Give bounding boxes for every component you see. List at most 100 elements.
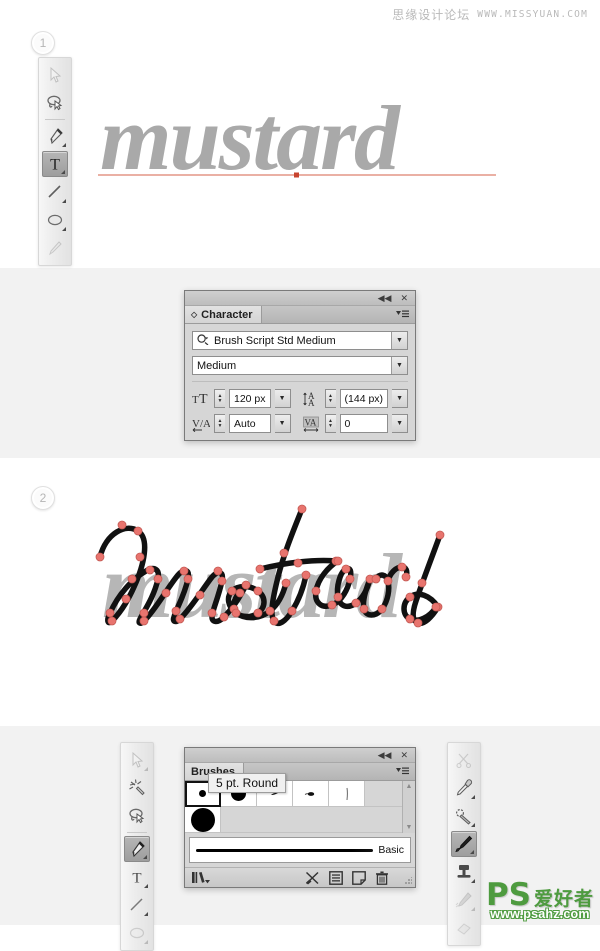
tool-eraser-tool[interactable] xyxy=(451,915,477,941)
brush-dot-icon xyxy=(199,790,206,797)
kerning-dropdown-icon[interactable]: ▼ xyxy=(274,414,291,433)
tool-lasso-tool[interactable] xyxy=(42,90,68,116)
leading-input[interactable]: (144 px) xyxy=(339,389,389,408)
tool-type-tool[interactable]: T xyxy=(42,151,68,177)
font-size-stepper[interactable]: ▲ ▼ xyxy=(214,389,225,408)
scroll-up-icon[interactable]: ▲ xyxy=(406,783,413,790)
character-panel-tabrow: ◇ Character xyxy=(185,306,415,324)
brush-swatch-xlarge-round[interactable] xyxy=(185,807,221,833)
font-size-field[interactable]: T T ▲ ▼ 120 px ▼ xyxy=(192,389,291,408)
character-panel-topbar: ◀◀ ✕ xyxy=(185,291,415,306)
font-style-combo[interactable]: Medium ▼ xyxy=(192,356,408,375)
watermark: 思缘设计论坛 WWW.MISSYUAN.COM xyxy=(392,6,588,23)
tool-blend-tool[interactable] xyxy=(451,803,477,829)
tool-scissors-tool[interactable] xyxy=(451,747,477,773)
panel-menu-icon[interactable] xyxy=(390,306,415,323)
artwork-step2: mustard xyxy=(88,495,513,660)
type-origin-marker xyxy=(294,172,299,178)
trash-icon xyxy=(375,871,388,885)
delete-brush-button[interactable] xyxy=(375,871,389,885)
remove-brush-stroke-button[interactable] xyxy=(305,871,320,885)
brush-swatch-thin-stroke[interactable] xyxy=(329,781,365,807)
brush-options-icon xyxy=(328,870,343,885)
tool-lasso-tool[interactable] xyxy=(124,803,150,829)
collapse-icon[interactable]: ◀◀ xyxy=(378,293,392,303)
brushes-row-2 xyxy=(185,807,402,833)
brushes-scrollbar[interactable]: ▲ ▼ xyxy=(402,781,415,833)
artwork-step1-word: mustard xyxy=(100,87,402,189)
character-metrics-left: T T ▲ ▼ 120 px ▼ V/A ▲ ▼ Auto ▼ xyxy=(192,389,291,433)
tool-flyout-indicator xyxy=(62,227,66,231)
brush-dot-icon xyxy=(190,807,215,832)
new-brush-button[interactable] xyxy=(351,870,366,885)
brushes-panel[interactable]: ◀◀ ✕ Brushes ▲ ▼ Basic xyxy=(184,747,416,888)
tool-flyout-indicator xyxy=(144,940,148,944)
brush-libraries-menu[interactable] xyxy=(191,871,211,884)
toolbar-bottom-left[interactable]: T xyxy=(120,742,154,951)
leading-stepper[interactable]: ▲ ▼ xyxy=(324,389,336,408)
tool-line-segment-tool[interactable] xyxy=(42,179,68,205)
scroll-down-icon[interactable]: ▼ xyxy=(406,824,413,831)
svg-text:T: T xyxy=(192,394,199,406)
tracking-field[interactable]: VA ▲ ▼ 0 ▼ xyxy=(302,414,409,433)
tool-eyedropper-tool[interactable] xyxy=(451,775,477,801)
font-family-row: Brush Script Std Medium ▼ xyxy=(192,331,408,350)
tool-pen-tool[interactable] xyxy=(42,123,68,149)
font-family-combo[interactable]: Brush Script Std Medium ▼ xyxy=(192,331,408,350)
character-panel-body: Brush Script Std Medium ▼ Medium ▼ T T ▲… xyxy=(185,324,415,440)
step-badge-1: 1 xyxy=(31,31,55,55)
tracking-input[interactable]: 0 xyxy=(339,414,389,433)
font-size-dropdown-icon[interactable]: ▼ xyxy=(274,389,291,408)
character-metrics-right: A A ▲ ▼ (144 px) ▼ VA ▲ ▼ 0 ▼ xyxy=(302,389,409,433)
font-family-value: Brush Script Std Medium xyxy=(214,334,336,347)
watermark-url: WWW.MISSYUAN.COM xyxy=(477,9,588,20)
collapse-icon[interactable]: ◀◀ xyxy=(378,750,392,760)
tool-paintbrush-tool[interactable] xyxy=(451,831,477,857)
font-family-dropdown-icon[interactable]: ▼ xyxy=(391,332,407,349)
tutorial-screenshot: 思缘设计论坛 WWW.MISSYUAN.COM 1 T mustard ◀◀ ✕… xyxy=(0,0,600,951)
tracking-stepper[interactable]: ▲ ▼ xyxy=(324,414,336,433)
font-family-value-wrap[interactable]: Brush Script Std Medium xyxy=(193,332,391,349)
panel-resize-grip[interactable] xyxy=(404,877,412,885)
search-icon xyxy=(197,333,210,348)
tracking-icon: VA xyxy=(302,415,321,433)
kerning-field[interactable]: V/A ▲ ▼ Auto ▼ xyxy=(192,414,291,433)
tool-ellipse-tool[interactable] xyxy=(124,920,150,946)
tool-magic-wand-tool[interactable] xyxy=(124,775,150,801)
tool-symbol-sprayer-tool[interactable] xyxy=(451,859,477,885)
tool-direct-selection-tool[interactable] xyxy=(124,747,150,773)
tool-line-segment-tool[interactable] xyxy=(124,892,150,918)
svg-text:T: T xyxy=(50,157,60,174)
brush-stroke-preview[interactable]: Basic xyxy=(189,837,411,863)
leading-field[interactable]: A A ▲ ▼ (144 px) ▼ xyxy=(302,389,409,408)
tracking-dropdown-icon[interactable]: ▼ xyxy=(392,414,409,433)
brush-options-button[interactable] xyxy=(328,870,343,885)
tab-character[interactable]: ◇ Character xyxy=(185,306,262,323)
tool-type-tool[interactable]: T xyxy=(124,864,150,890)
leading-dropdown-icon[interactable]: ▼ xyxy=(392,389,409,408)
kerning-stepper[interactable]: ▲ ▼ xyxy=(214,414,225,433)
tool-blob-brush-tool[interactable] xyxy=(451,887,477,913)
kerning-input[interactable]: Auto xyxy=(229,414,271,433)
brush-swatch-oval-mark[interactable] xyxy=(293,781,329,807)
character-metrics-grid: T T ▲ ▼ 120 px ▼ V/A ▲ ▼ Auto ▼ A A ▲ ▼ … xyxy=(192,389,409,433)
tool-pen-tool[interactable] xyxy=(124,836,150,862)
new-brush-icon xyxy=(351,870,366,885)
panel-menu-icon[interactable] xyxy=(390,763,415,780)
brush-stroke-icon xyxy=(346,787,348,800)
character-panel-divider xyxy=(192,381,408,382)
font-style-value-wrap[interactable]: Medium xyxy=(193,357,391,374)
toolbar-top[interactable]: T xyxy=(38,57,72,266)
font-style-dropdown-icon[interactable]: ▼ xyxy=(391,357,407,374)
brushes-panel-body: ▲ ▼ Basic xyxy=(185,781,415,887)
kerning-icon: V/A xyxy=(192,415,210,433)
toolbar-bottom-right[interactable] xyxy=(447,742,481,946)
close-icon[interactable]: ✕ xyxy=(400,293,408,303)
font-size-input[interactable]: 120 px xyxy=(229,389,271,408)
close-icon[interactable]: ✕ xyxy=(400,750,408,760)
tool-ellipse-tool[interactable] xyxy=(42,207,68,233)
tool-direct-selection-tool[interactable] xyxy=(42,62,68,88)
tool-flyout-indicator xyxy=(143,855,147,859)
character-panel[interactable]: ◀◀ ✕ ◇ Character Brush Script Std Medium… xyxy=(184,290,416,441)
tool-paintbrush-tool[interactable] xyxy=(42,235,68,261)
